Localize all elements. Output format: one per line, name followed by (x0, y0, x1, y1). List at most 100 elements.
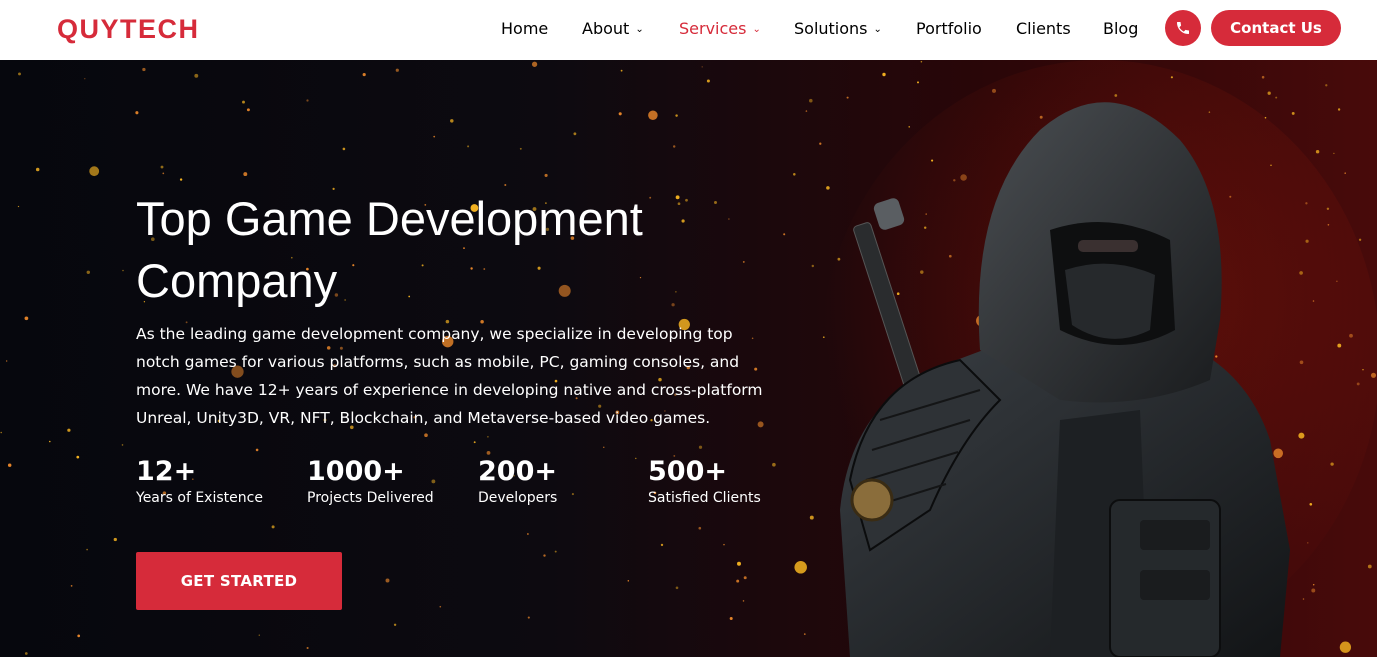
particle (194, 73, 199, 78)
particle (1326, 207, 1330, 211)
particle (24, 316, 29, 321)
particle (519, 147, 522, 150)
get-started-button[interactable]: GET STARTED (136, 552, 342, 610)
particle (77, 634, 81, 638)
particle (1312, 583, 1315, 586)
particle (1311, 588, 1316, 593)
particle (86, 548, 88, 551)
particle (385, 578, 390, 583)
particle (433, 135, 436, 138)
nav-portfolio[interactable]: Portfolio (916, 19, 982, 38)
particle (723, 543, 725, 546)
particle (1370, 372, 1377, 378)
particle (35, 167, 40, 172)
particle (920, 60, 923, 63)
particle (783, 233, 786, 236)
stat-value: 200+ (478, 456, 557, 487)
particle (701, 66, 703, 68)
particle (527, 533, 529, 535)
particle (258, 634, 260, 636)
particle (1170, 76, 1173, 79)
particle (486, 451, 491, 455)
stat-value: 12+ (136, 456, 197, 487)
phone-button[interactable] (1165, 10, 1201, 46)
particle (729, 616, 733, 621)
particle (467, 145, 470, 148)
nav-solutions[interactable]: Solutions ⌄ (794, 19, 882, 38)
stat-developers: 200+ Developers (478, 456, 557, 506)
particle (698, 526, 702, 530)
particle (805, 110, 808, 112)
nav-services[interactable]: Services ⌄ (679, 19, 761, 38)
particle (1339, 641, 1352, 653)
logo[interactable]: QUYTECH (57, 14, 200, 45)
nav-about-label: About (582, 19, 630, 38)
phone-icon (1177, 22, 1189, 34)
nav-about[interactable]: About ⌄ (582, 19, 644, 38)
stat-label: Projects Delivered (307, 490, 434, 506)
particle (675, 586, 679, 590)
particle (89, 166, 100, 177)
particle (543, 554, 546, 557)
particle (504, 183, 507, 187)
particle (424, 433, 428, 438)
particle (49, 440, 51, 443)
particle (648, 110, 658, 121)
stat-clients: 500+ Satisfied Clients (648, 456, 761, 506)
hero-section: Top Game Development Company As the lead… (0, 60, 1377, 657)
particle (86, 270, 91, 275)
particle (121, 444, 124, 446)
particle (603, 446, 605, 448)
particle (793, 173, 796, 176)
nav-solutions-label: Solutions (794, 19, 868, 38)
particle (627, 580, 630, 582)
particle (67, 428, 71, 432)
particle (135, 111, 139, 115)
particle (7, 463, 12, 467)
particle (1333, 152, 1335, 155)
nav-blog[interactable]: Blog (1103, 19, 1138, 38)
particle (17, 205, 20, 208)
nav-clients[interactable]: Clients (1016, 19, 1071, 38)
nav-home[interactable]: Home (501, 19, 548, 38)
chevron-down-icon: ⌄ (635, 24, 644, 35)
particle (113, 537, 117, 542)
particle (1362, 369, 1364, 371)
particle (1367, 564, 1372, 569)
particle (84, 78, 86, 80)
nav-blog-label: Blog (1103, 19, 1139, 38)
particle (306, 646, 309, 650)
particle (487, 435, 489, 438)
particle (635, 457, 637, 460)
particle (450, 119, 454, 123)
contact-us-button[interactable]: Contact Us (1211, 10, 1341, 46)
particle (162, 172, 165, 175)
particle (742, 600, 745, 602)
particle (737, 561, 741, 566)
particle (1356, 382, 1360, 386)
particle (743, 576, 747, 580)
particle (122, 269, 124, 272)
particle (1349, 333, 1353, 338)
particle (18, 72, 21, 76)
particle (531, 61, 538, 67)
particle (306, 99, 309, 102)
particle (698, 445, 703, 449)
hero-title: Top Game Development Company (136, 192, 643, 307)
particle (618, 112, 622, 116)
stat-years: 12+ Years of Existence (136, 456, 263, 506)
nav-portfolio-label: Portfolio (916, 19, 982, 38)
stat-label: Satisfied Clients (648, 490, 761, 506)
particle (1327, 223, 1330, 226)
particle (1336, 280, 1338, 282)
particle (395, 68, 399, 72)
particle (1325, 84, 1328, 87)
stat-projects: 1000+ Projects Delivered (307, 456, 434, 506)
particle (554, 550, 557, 553)
particle (573, 132, 577, 136)
particle (620, 69, 623, 72)
particle (0, 431, 2, 434)
particle (660, 543, 664, 547)
particle (246, 108, 250, 112)
particle (675, 114, 678, 117)
